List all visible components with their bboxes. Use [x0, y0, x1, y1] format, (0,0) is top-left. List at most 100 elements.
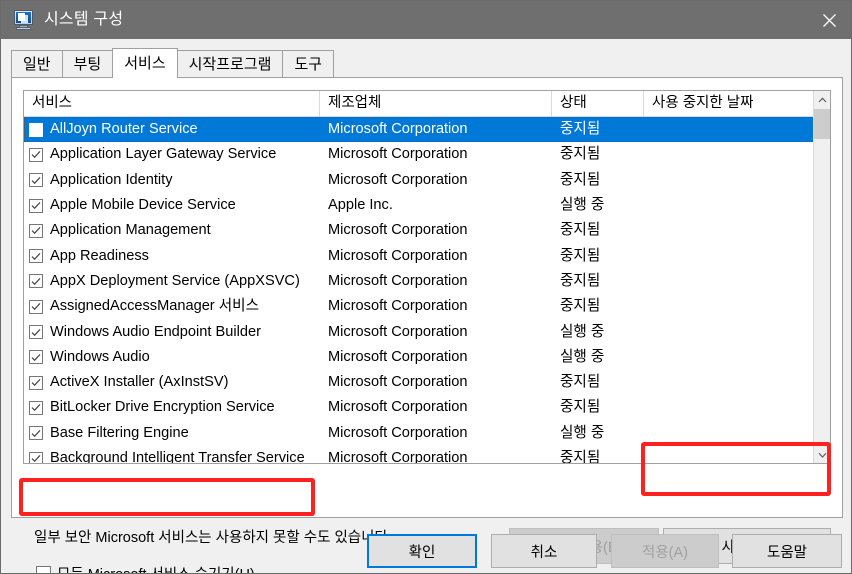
column-header-disabled-date[interactable]: 사용 중지한 날짜: [644, 91, 815, 116]
service-name-label: Application Identity: [50, 171, 173, 188]
scrollbar-thumb[interactable]: [814, 109, 830, 139]
cell-vendor: Microsoft Corporation: [328, 399, 468, 416]
cell-status: 중지됨: [560, 399, 601, 416]
row-checkbox[interactable]: [29, 274, 43, 289]
cancel-button[interactable]: 취소: [491, 534, 597, 568]
cell-status: 중지됨: [560, 450, 601, 463]
window-title: 시스템 구성: [44, 11, 124, 28]
services-page: 서비스 제조업체 상태 사용 중지한 날짜 AllJoyn Router Ser…: [11, 77, 843, 573]
services-list-body: AllJoyn Router Service Microsoft Corporat…: [24, 117, 830, 463]
cell-vendor: Microsoft Corporation: [328, 298, 468, 315]
row-checkbox[interactable]: [29, 249, 43, 264]
cell-service-name: Application Layer Gateway Service: [24, 142, 320, 167]
service-name-label: AppX Deployment Service (AppXSVC): [50, 272, 300, 289]
scroll-up-icon[interactable]: [814, 91, 830, 108]
table-row[interactable]: Windows Audio Microsoft Corporation 실행 중: [24, 345, 830, 370]
services-list-scrollbar[interactable]: [813, 91, 830, 463]
cell-vendor: Microsoft Corporation: [328, 146, 468, 163]
column-header-vendor[interactable]: 제조업체: [320, 91, 552, 116]
cell-status: 중지됨: [560, 121, 601, 138]
cell-service-name: Application Identity: [24, 168, 320, 193]
cell-status: 실행 중: [560, 424, 605, 441]
tab-label: 일반: [23, 56, 51, 73]
tab-4[interactable]: 도구: [282, 50, 335, 78]
security-services-note: 일부 보안 Microsoft 서비스는 사용하지 못할 수도 있습니다.: [34, 530, 392, 546]
table-row[interactable]: App Readiness Microsoft Corporation 중지됨: [24, 243, 830, 268]
table-row[interactable]: AssignedAccessManager 서비스 Microsoft Corpo…: [24, 294, 830, 319]
cell-status: 실행 중: [560, 197, 605, 214]
tab-0[interactable]: 일반: [11, 50, 63, 78]
tab-1[interactable]: 부팅: [61, 50, 114, 78]
cell-vendor: Microsoft Corporation: [328, 424, 468, 441]
service-name-label: Base Filtering Engine: [50, 424, 189, 441]
cell-vendor: Apple Inc.: [328, 197, 393, 214]
row-checkbox[interactable]: [29, 147, 43, 162]
services-list[interactable]: 서비스 제조업체 상태 사용 중지한 날짜 AllJoyn Router Ser…: [23, 90, 831, 464]
cell-status: 실행 중: [560, 348, 605, 365]
table-row[interactable]: AppX Deployment Service (AppXSVC) Microso…: [24, 269, 830, 294]
table-row[interactable]: BitLocker Drive Encryption Service Micros…: [24, 395, 830, 420]
table-row[interactable]: Windows Audio Endpoint Builder Microsoft …: [24, 319, 830, 344]
hide-microsoft-services-checkbox[interactable]: 모든 Microsoft 서비스 숨기기(H): [36, 563, 255, 573]
apply-button[interactable]: 적용(A): [611, 534, 719, 568]
cell-vendor: Microsoft Corporation: [328, 323, 468, 340]
close-icon[interactable]: [806, 1, 851, 39]
tab-3[interactable]: 시작프로그램: [176, 50, 284, 78]
row-checkbox[interactable]: [29, 299, 43, 314]
service-name-label: BitLocker Drive Encryption Service: [50, 399, 275, 416]
hide-microsoft-services-label: 모든 Microsoft 서비스 숨기기(H): [57, 563, 255, 573]
cell-vendor: Microsoft Corporation: [328, 374, 468, 391]
row-checkbox[interactable]: [29, 426, 43, 441]
cell-vendor: Microsoft Corporation: [328, 171, 468, 188]
row-checkbox[interactable]: [29, 122, 43, 137]
cell-status: 중지됨: [560, 247, 601, 264]
service-name-label: App Readiness: [50, 247, 149, 264]
row-checkbox[interactable]: [29, 325, 43, 340]
table-row[interactable]: AllJoyn Router Service Microsoft Corporat…: [24, 117, 830, 143]
cell-service-name: Background Intelligent Transfer Service: [24, 446, 320, 463]
title-bar: 시스템 구성: [1, 1, 851, 39]
hide-microsoft-services-checkbox-box[interactable]: [36, 566, 51, 573]
cell-status: 중지됨: [560, 222, 601, 239]
cell-service-name: BitLocker Drive Encryption Service: [24, 395, 320, 420]
row-checkbox[interactable]: [29, 198, 43, 213]
cell-vendor: Microsoft Corporation: [328, 222, 468, 239]
ok-button[interactable]: 확인: [367, 534, 477, 568]
column-header-service[interactable]: 서비스: [24, 91, 320, 116]
table-row[interactable]: ActiveX Installer (AxInstSV) Microsoft Co…: [24, 370, 830, 395]
cell-service-name: AssignedAccessManager 서비스: [24, 294, 320, 319]
cell-service-name: Windows Audio: [24, 345, 320, 370]
row-checkbox[interactable]: [29, 223, 43, 238]
cell-vendor: Microsoft Corporation: [328, 450, 468, 463]
table-row[interactable]: Apple Mobile Device Service Apple Inc. 실행 …: [24, 193, 830, 218]
service-name-label: Application Layer Gateway Service: [50, 146, 277, 163]
cell-status: 중지됨: [560, 171, 601, 188]
cell-service-name: AllJoyn Router Service: [24, 117, 320, 142]
row-checkbox[interactable]: [29, 400, 43, 415]
cell-vendor: Microsoft Corporation: [328, 121, 468, 138]
row-checkbox[interactable]: [29, 451, 43, 463]
service-name-label: Windows Audio Endpoint Builder: [50, 323, 261, 340]
cell-vendor: Microsoft Corporation: [328, 348, 468, 365]
cell-status: 중지됨: [560, 272, 601, 289]
cell-vendor: Microsoft Corporation: [328, 272, 468, 289]
row-checkbox[interactable]: [29, 375, 43, 390]
table-row[interactable]: Application Layer Gateway Service Microso…: [24, 142, 830, 167]
services-list-header: 서비스 제조업체 상태 사용 중지한 날짜: [24, 91, 830, 117]
cell-service-name: AppX Deployment Service (AppXSVC): [24, 269, 320, 294]
cell-service-name: Base Filtering Engine: [24, 421, 320, 446]
table-row[interactable]: Background Intelligent Transfer Service M…: [24, 446, 830, 463]
service-name-label: Apple Mobile Device Service: [50, 197, 236, 214]
row-checkbox[interactable]: [29, 350, 43, 365]
tab-label: 도구: [294, 56, 323, 73]
column-header-status[interactable]: 상태: [552, 91, 644, 116]
cell-service-name: Windows Audio Endpoint Builder: [24, 320, 320, 345]
row-checkbox[interactable]: [29, 173, 43, 188]
scroll-down-icon[interactable]: [814, 446, 830, 463]
table-row[interactable]: Base Filtering Engine Microsoft Corporati…: [24, 421, 830, 446]
cell-status: 실행 중: [560, 323, 605, 340]
help-button[interactable]: 도움말: [732, 534, 842, 568]
table-row[interactable]: Application Management Microsoft Corporat…: [24, 218, 830, 243]
table-row[interactable]: Application Identity Microsoft Corporatio…: [24, 168, 830, 193]
tab-2[interactable]: 서비스: [112, 48, 178, 78]
